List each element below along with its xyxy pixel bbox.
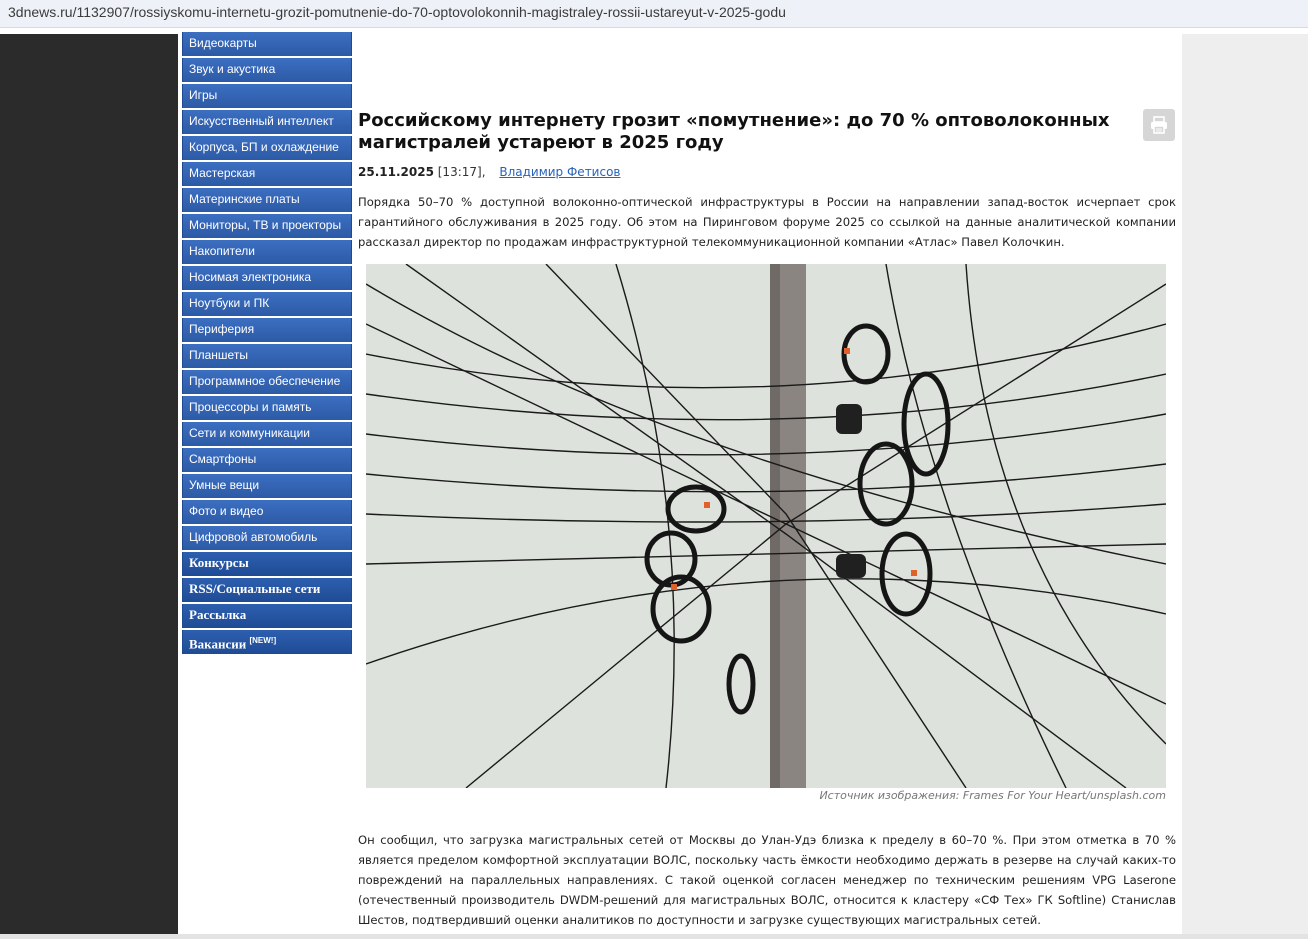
sidebar-item-smartphones[interactable]: Смартфоны bbox=[182, 448, 352, 472]
sidebar-item-monitors[interactable]: Мониторы, ТВ и проекторы bbox=[182, 214, 352, 238]
horizontal-scrollbar[interactable] bbox=[0, 934, 1308, 939]
sidebar-item-vacancies[interactable]: Вакансии [NEW!] bbox=[182, 630, 352, 654]
print-button[interactable] bbox=[1143, 109, 1175, 141]
sidebar-item-motherboards[interactable]: Материнские платы bbox=[182, 188, 352, 212]
article-body: Он сообщил, что загрузка магистральных с… bbox=[358, 833, 1176, 927]
sidebar-item-tablets[interactable]: Планшеты bbox=[182, 344, 352, 368]
photo-caption: Источник изображения: Frames For Your He… bbox=[819, 789, 1166, 802]
utility-pole-photo bbox=[366, 264, 1166, 788]
article-photo bbox=[366, 264, 1166, 788]
sidebar-item-digital-car[interactable]: Цифровой автомобиль bbox=[182, 526, 352, 550]
sidebar-item-contests[interactable]: Конкурсы bbox=[182, 552, 352, 576]
sidebar-item-storage[interactable]: Накопители bbox=[182, 240, 352, 264]
address-bar[interactable]: 3dnews.ru/1132907/rossiyskomu-internetu-… bbox=[0, 0, 1308, 28]
sidebar-item-cpu-memory[interactable]: Процессоры и память bbox=[182, 396, 352, 420]
article-title: Российскому интернету грозит «помутнение… bbox=[358, 110, 1110, 153]
category-sidebar: Видеокарты Звук и акустика Игры Искусств… bbox=[182, 32, 352, 656]
article-time: [13:17], bbox=[437, 165, 486, 179]
sidebar-item-photo-video[interactable]: Фото и видео bbox=[182, 500, 352, 524]
sidebar-item-audio[interactable]: Звук и акустика bbox=[182, 58, 352, 82]
sidebar-item-rss-social[interactable]: RSS/Социальные сети bbox=[182, 578, 352, 602]
sidebar-item-newsletter[interactable]: Рассылка bbox=[182, 604, 352, 628]
article-meta: 25.11.2025 [13:17], Владимир Фетисов bbox=[358, 165, 621, 179]
sidebar-item-vacancies-label: Вакансии bbox=[189, 636, 247, 652]
sidebar-item-peripherals[interactable]: Периферия bbox=[182, 318, 352, 342]
sidebar-item-cases[interactable]: Корпуса, БП и охлаждение bbox=[182, 136, 352, 160]
sidebar-item-software[interactable]: Программное обеспечение bbox=[182, 370, 352, 394]
author-link[interactable]: Владимир Фетисов bbox=[499, 165, 620, 179]
article-date: 25.11.2025 bbox=[358, 165, 434, 179]
sidebar-item-workshop[interactable]: Мастерская bbox=[182, 162, 352, 186]
sidebar-item-wearables[interactable]: Носимая электроника bbox=[182, 266, 352, 290]
printer-icon bbox=[1151, 116, 1167, 134]
sidebar-item-smart-things[interactable]: Умные вещи bbox=[182, 474, 352, 498]
page-left-background bbox=[0, 34, 178, 939]
new-badge: [NEW!] bbox=[249, 636, 277, 645]
article-lead: Порядка 50–70 % доступной волоконно-опти… bbox=[358, 195, 1176, 249]
sidebar-item-ai[interactable]: Искусственный интеллект bbox=[182, 110, 352, 134]
sidebar-item-games[interactable]: Игры bbox=[182, 84, 352, 108]
sidebar-item-laptops[interactable]: Ноутбуки и ПК bbox=[182, 292, 352, 316]
sidebar-item-videocards[interactable]: Видеокарты bbox=[182, 32, 352, 56]
sidebar-item-networking[interactable]: Сети и коммуникации bbox=[182, 422, 352, 446]
page-right-background bbox=[1182, 34, 1308, 939]
